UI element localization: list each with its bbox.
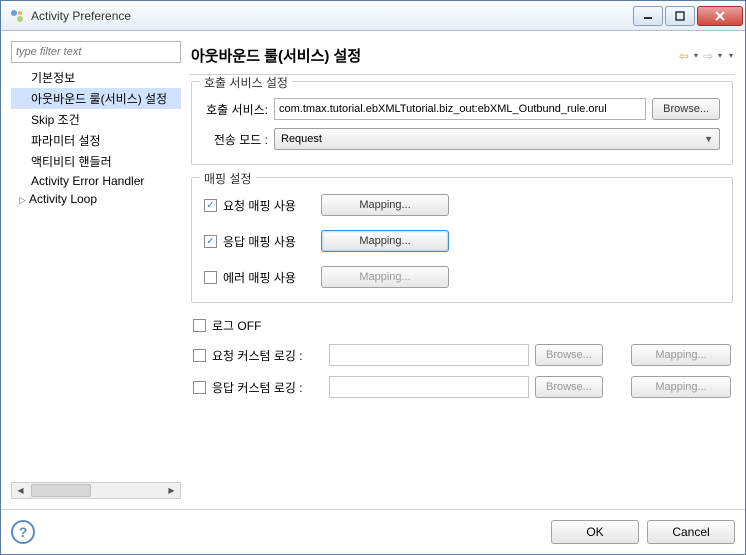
res-log-label: 응답 커스텀 로깅 :	[212, 379, 303, 396]
log-off-checkbox[interactable]	[193, 319, 206, 332]
caret-icon: ▷	[19, 195, 29, 206]
service-browse-button[interactable]: Browse...	[652, 98, 720, 120]
nav-item-loop[interactable]: ▷Activity Loop	[11, 190, 181, 208]
nav-item-label: Activity Loop	[29, 192, 97, 206]
req-log-mapping-button: Mapping...	[631, 344, 731, 366]
mapping-group: 매핑 설정 ✓ 요청 매핑 사용 Mapping... ✓ 응답 매핑 사용 M…	[191, 177, 733, 303]
menu-icon[interactable]: ▾	[729, 51, 733, 60]
maximize-button[interactable]	[665, 6, 695, 26]
nav-tree: 기본정보 아웃바운드 룰(서비스) 설정 Skip 조건 파라미터 설정 액티비…	[11, 67, 181, 482]
dialog-window: Activity Preference 기본정보 아웃바운드 룰(서비스) 설정…	[0, 0, 746, 555]
req-log-browse-button: Browse...	[535, 344, 603, 366]
minimize-button[interactable]	[633, 6, 663, 26]
res-mapping-button[interactable]: Mapping...	[321, 230, 449, 252]
main-panel: 아웃바운드 룰(서비스) 설정 ⇦ ▾ ⇨ ▾ ▾ 호출 서비스 설정 호출 서…	[189, 41, 735, 499]
titlebar[interactable]: Activity Preference	[1, 1, 745, 31]
content-area: 기본정보 아웃바운드 룰(서비스) 설정 Skip 조건 파라미터 설정 액티비…	[1, 31, 745, 509]
log-off-label: 로그 OFF	[212, 317, 261, 334]
mode-select[interactable]: Request ▼	[274, 128, 720, 150]
nav-item-outbound[interactable]: 아웃바운드 룰(서비스) 설정	[11, 88, 181, 109]
cancel-button[interactable]: Cancel	[647, 520, 735, 544]
group-label: 매핑 설정	[200, 170, 256, 187]
window-buttons	[633, 6, 743, 26]
filter-input[interactable]	[11, 41, 181, 63]
service-input[interactable]	[274, 98, 646, 120]
err-mapping-button: Mapping...	[321, 266, 449, 288]
res-log-browse-button: Browse...	[535, 376, 603, 398]
sidebar: 기본정보 아웃바운드 룰(서비스) 설정 Skip 조건 파라미터 설정 액티비…	[11, 41, 181, 499]
page-title: 아웃바운드 룰(서비스) 설정	[191, 45, 677, 66]
mode-value: Request	[281, 133, 322, 145]
app-icon	[9, 8, 25, 24]
nav-item-error-handler[interactable]: Activity Error Handler	[11, 172, 181, 190]
scroll-right-icon[interactable]: ▶	[163, 483, 180, 498]
call-service-group: 호출 서비스 설정 호출 서비스: Browse... 전송 모드 : Requ…	[191, 81, 733, 165]
req-log-checkbox[interactable]	[193, 349, 206, 362]
nav-item-skip[interactable]: Skip 조건	[11, 109, 181, 130]
res-mapping-label: 응답 매핑 사용	[223, 233, 315, 250]
group-label: 호출 서비스 설정	[200, 75, 292, 91]
ok-button[interactable]: OK	[551, 520, 639, 544]
chevron-down-icon: ▼	[704, 134, 713, 144]
scroll-thumb[interactable]	[31, 484, 91, 497]
req-log-label: 요청 커스텀 로깅 :	[212, 347, 303, 364]
back-icon[interactable]: ⇦	[677, 49, 691, 63]
forward-menu-icon[interactable]: ▾	[718, 51, 722, 60]
res-log-mapping-button: Mapping...	[631, 376, 731, 398]
err-mapping-checkbox[interactable]	[204, 271, 217, 284]
main-header: 아웃바운드 룰(서비스) 설정 ⇦ ▾ ⇨ ▾ ▾	[189, 41, 735, 75]
sidebar-scrollbar[interactable]: ◀ ▶	[11, 482, 181, 499]
forward-icon: ⇨	[701, 49, 715, 63]
main-body: 호출 서비스 설정 호출 서비스: Browse... 전송 모드 : Requ…	[189, 75, 735, 499]
res-mapping-checkbox[interactable]: ✓	[204, 235, 217, 248]
close-button[interactable]	[697, 6, 743, 26]
err-mapping-label: 에러 매핑 사용	[223, 269, 315, 286]
mode-label: 전송 모드 :	[204, 131, 268, 148]
res-log-input[interactable]	[329, 376, 529, 398]
res-log-checkbox[interactable]	[193, 381, 206, 394]
nav-item-basic[interactable]: 기본정보	[11, 67, 181, 88]
back-menu-icon[interactable]: ▾	[694, 51, 698, 60]
req-mapping-checkbox[interactable]: ✓	[204, 199, 217, 212]
header-nav-icons: ⇦ ▾ ⇨ ▾ ▾	[677, 49, 733, 63]
nav-item-handler[interactable]: 액티비티 핸들러	[11, 151, 181, 172]
help-icon[interactable]: ?	[11, 520, 35, 544]
window-title: Activity Preference	[31, 9, 633, 23]
req-mapping-button[interactable]: Mapping...	[321, 194, 449, 216]
footer: ? OK Cancel	[1, 509, 745, 554]
scroll-left-icon[interactable]: ◀	[12, 483, 29, 498]
log-section: 로그 OFF 요청 커스텀 로깅 : Browse... Mapping...	[191, 315, 733, 410]
req-log-input[interactable]	[329, 344, 529, 366]
scroll-track[interactable]	[29, 483, 163, 498]
req-mapping-label: 요청 매핑 사용	[223, 197, 315, 214]
nav-item-param[interactable]: 파라미터 설정	[11, 130, 181, 151]
service-label: 호출 서비스:	[204, 101, 268, 118]
